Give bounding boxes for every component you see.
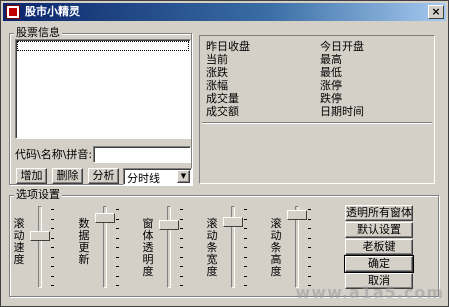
stock-list-selected-row[interactable] bbox=[17, 41, 189, 51]
slider-label: 数据更新 bbox=[78, 217, 90, 266]
slider-tick bbox=[51, 237, 54, 239]
title-bar[interactable]: 股市小精灵 × bbox=[3, 3, 446, 21]
slider-tick bbox=[116, 256, 119, 258]
slider-tick bbox=[180, 266, 183, 267]
slider-tick bbox=[308, 209, 311, 210]
slider-tick bbox=[244, 218, 247, 220]
slider-tick bbox=[308, 247, 311, 248]
add-button[interactable]: 增加 bbox=[16, 168, 47, 184]
slider-tick bbox=[51, 285, 54, 286]
quote-label: 今日开盘 bbox=[320, 40, 364, 53]
slider-tick bbox=[180, 209, 183, 210]
slider-tick bbox=[51, 266, 54, 267]
chart-type-select[interactable]: 分时线 ▼ bbox=[123, 168, 192, 185]
slider-tick bbox=[244, 285, 247, 286]
quote-label: 最高 bbox=[320, 53, 342, 66]
slider-tick bbox=[116, 228, 119, 229]
chevron-down-icon[interactable]: ▼ bbox=[177, 170, 190, 183]
quote-label: 最低 bbox=[320, 66, 342, 79]
window-title: 股市小精灵 bbox=[25, 5, 80, 18]
code-input[interactable] bbox=[93, 146, 191, 163]
slider-tick bbox=[51, 275, 54, 277]
chart-type-value: 分时线 bbox=[127, 172, 160, 185]
slider-thumb[interactable] bbox=[95, 213, 115, 224]
quote-label: 成交量 bbox=[206, 92, 239, 105]
slider-tick bbox=[244, 237, 247, 239]
quote-label: 当前 bbox=[206, 53, 228, 66]
quote-panel: 昨日收盘 当前 涨跌 涨幅 成交量 成交额 今日开盘 最高 最低 涨停 跌停 日… bbox=[199, 35, 435, 184]
stock-info-group-label: 股票信息 bbox=[14, 26, 62, 40]
slider-tick bbox=[51, 228, 54, 229]
quote-right-column: 今日开盘 最高 最低 涨停 跌停 日期时间 bbox=[320, 40, 364, 118]
delete-button[interactable]: 删除 bbox=[52, 168, 83, 184]
slider-thumb[interactable] bbox=[30, 231, 50, 242]
transparent-all-button[interactable]: 透明所有窗体 bbox=[345, 205, 413, 221]
watermark: www.a1a5.com bbox=[295, 283, 444, 302]
boss-key-button[interactable]: 老板键 bbox=[345, 239, 413, 255]
quote-label: 日期时间 bbox=[320, 105, 364, 118]
slider-tick bbox=[180, 256, 183, 258]
ok-button[interactable]: 确定 bbox=[344, 255, 414, 273]
quote-label: 涨幅 bbox=[206, 79, 228, 92]
slider-thumb[interactable] bbox=[223, 216, 243, 227]
slider-label: 滚动速度 bbox=[13, 217, 25, 266]
slider-tick bbox=[244, 275, 247, 277]
quote-label: 跌停 bbox=[320, 92, 342, 105]
slider-tick bbox=[244, 247, 247, 248]
quote-label: 成交额 bbox=[206, 105, 239, 118]
options-group-label: 选项设置 bbox=[14, 188, 62, 202]
slider-tick bbox=[308, 218, 311, 220]
slider-tick bbox=[116, 209, 119, 210]
slider-tick bbox=[180, 275, 183, 277]
slider-tick bbox=[244, 209, 247, 210]
slider-tick bbox=[116, 266, 119, 267]
slider-thumb[interactable] bbox=[287, 209, 307, 220]
default-settings-button[interactable]: 默认设置 bbox=[345, 222, 413, 238]
slider-tick bbox=[244, 266, 247, 267]
slider-tick bbox=[180, 228, 183, 229]
slider-tick bbox=[116, 285, 119, 286]
slider-tick bbox=[180, 285, 183, 286]
close-button[interactable]: × bbox=[428, 5, 444, 19]
slider-tick bbox=[116, 247, 119, 248]
slider-track[interactable] bbox=[167, 206, 171, 288]
slider-tick bbox=[308, 266, 311, 267]
slider-tick bbox=[180, 218, 183, 220]
code-name-pinyin-label: 代码\名称\拼音: bbox=[15, 148, 93, 161]
slider-label: 滚动条宽度 bbox=[206, 217, 218, 278]
analyze-button[interactable]: 分析 bbox=[88, 168, 119, 184]
slider-tick bbox=[51, 256, 54, 258]
slider-tick bbox=[51, 218, 54, 220]
slider-tick bbox=[308, 228, 311, 229]
quote-label: 昨日收盘 bbox=[206, 40, 250, 53]
slider-tick bbox=[51, 247, 54, 248]
slider-label: 滚动条高度 bbox=[270, 217, 282, 278]
slider-tick bbox=[244, 256, 247, 258]
stock-list[interactable] bbox=[15, 39, 191, 139]
quote-label: 涨跌 bbox=[206, 66, 228, 79]
slider-tick bbox=[308, 237, 311, 239]
app-icon bbox=[6, 5, 20, 19]
slider-tick bbox=[51, 209, 54, 210]
main-window: 股市小精灵 × 股票信息 代码\名称\拼音: 增加 删除 分析 分时线 ▼ 昨日… bbox=[0, 0, 449, 307]
quote-divider bbox=[202, 122, 432, 124]
slider-tick bbox=[308, 256, 311, 258]
slider-track[interactable] bbox=[38, 206, 42, 288]
slider-label: 窗体透明度 bbox=[142, 217, 154, 278]
slider-tick bbox=[180, 237, 183, 239]
quote-left-column: 昨日收盘 当前 涨跌 涨幅 成交量 成交额 bbox=[206, 40, 250, 118]
slider-tick bbox=[308, 275, 311, 277]
slider-tick bbox=[116, 275, 119, 277]
slider-tick bbox=[180, 247, 183, 248]
slider-tick bbox=[116, 218, 119, 220]
slider-thumb[interactable] bbox=[159, 220, 179, 231]
slider-tick bbox=[244, 228, 247, 229]
quote-label: 涨停 bbox=[320, 79, 342, 92]
slider-tick bbox=[116, 237, 119, 239]
